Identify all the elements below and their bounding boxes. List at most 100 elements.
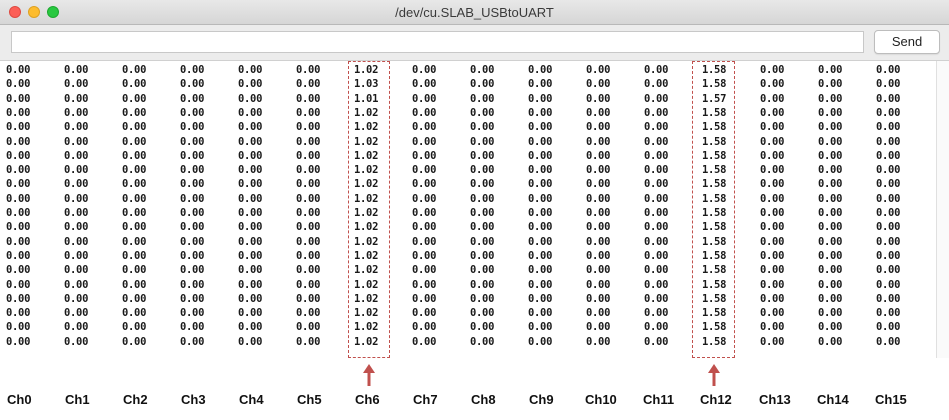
- channel-value: 0.00: [412, 121, 437, 134]
- channel-value: 0.00: [122, 192, 147, 205]
- channel-value: 0.00: [818, 135, 843, 148]
- channel-value: 0.00: [528, 321, 553, 334]
- channel-value: 0.00: [122, 178, 147, 191]
- channel-label-15: Ch15: [875, 392, 907, 407]
- send-toolbar: Send: [0, 25, 949, 61]
- channel-value: 0.00: [528, 335, 553, 348]
- channel-value: 0.00: [876, 135, 901, 148]
- channel-value: 0.00: [586, 207, 611, 219]
- channel-value: 0.00: [876, 92, 901, 105]
- serial-line: 0.00 0.00 0.00 0.00 0.00 0.00 1.02 0.00 0.00 0.00…: [0, 220, 936, 234]
- channel-value: 0.00: [122, 106, 147, 119]
- channel-value: 0.00: [238, 106, 263, 119]
- channel-value: 0.00: [64, 292, 89, 305]
- channel-value: 0.00: [64, 121, 89, 134]
- channel-value: 0.00: [586, 64, 611, 76]
- channel-value: 0.00: [470, 106, 495, 119]
- channel-value: 0.00: [470, 207, 495, 219]
- channel-value: 0.00: [6, 278, 31, 291]
- channel-value: 0.00: [760, 264, 785, 277]
- channel-value: 0.00: [122, 64, 147, 76]
- channel-value: 0.00: [528, 149, 553, 162]
- channel-value: 0.00: [528, 135, 553, 148]
- channel-value: 0.00: [876, 221, 901, 234]
- channel-value: 0.00: [296, 135, 321, 148]
- channel-value: 0.00: [412, 235, 437, 248]
- channel-value: 0.00: [528, 64, 553, 76]
- channel-value: 0.00: [470, 135, 495, 148]
- channel-value: 0.00: [760, 278, 785, 291]
- channel-value: 0.00: [644, 106, 669, 119]
- channel-value: 0.00: [296, 92, 321, 105]
- channel-value: 0.00: [180, 92, 205, 105]
- channel-label-14: Ch14: [817, 392, 849, 407]
- channel-value: 0.00: [876, 149, 901, 162]
- channel-value: 0.00: [528, 164, 553, 177]
- channel-value: 0.00: [412, 221, 437, 234]
- channel-value: 0.00: [876, 307, 901, 320]
- channel-value: 0.00: [528, 249, 553, 262]
- serial-line: 0.00 0.00 0.00 0.00 0.00 0.00 1.02 0.00 0.00 0.00…: [0, 106, 936, 120]
- channel-value: 0.00: [644, 335, 669, 348]
- channel-value: 0.00: [6, 292, 31, 305]
- channel-value: 0.00: [238, 221, 263, 234]
- channel-value: 0.00: [644, 321, 669, 334]
- channel-value: 0.00: [238, 307, 263, 320]
- channel-value: 0.00: [528, 264, 553, 277]
- channel-value: 0.00: [876, 106, 901, 119]
- channel-value: 0.00: [528, 221, 553, 234]
- arrow-up-icon: [707, 364, 720, 386]
- serial-line: 0.00 0.00 0.00 0.00 0.00 0.00 1.02 0.00 0.00 0.00…: [0, 278, 936, 292]
- channel-value: 0.00: [412, 207, 437, 219]
- channel-value: 0.00: [122, 235, 147, 248]
- channel-value: 0.00: [296, 106, 321, 119]
- send-button[interactable]: Send: [874, 30, 940, 54]
- channel-value: 0.00: [296, 249, 321, 262]
- channel-value: 0.00: [644, 249, 669, 262]
- channel-value: 0.00: [412, 321, 437, 334]
- channel-value: 0.00: [64, 92, 89, 105]
- channel-value: 0.00: [238, 264, 263, 277]
- output-scrollbar[interactable]: [936, 61, 949, 358]
- channel-value: 0.00: [586, 178, 611, 191]
- channel-value: 0.00: [122, 249, 147, 262]
- channel-value: 0.00: [470, 335, 495, 348]
- channel-value: 0.00: [644, 292, 669, 305]
- channel-label-7: Ch7: [413, 392, 438, 407]
- channel-value: 0.00: [876, 292, 901, 305]
- channel-value: 0.00: [528, 178, 553, 191]
- channel-value: 0.00: [64, 264, 89, 277]
- channel-value: 0.00: [6, 249, 31, 262]
- channel-value: 0.00: [122, 149, 147, 162]
- channel-value: 0.00: [818, 221, 843, 234]
- serial-line: 0.00 0.00 0.00 0.00 0.00 0.00 1.01 0.00 0.00 0.00…: [0, 92, 936, 106]
- channel-value: 0.00: [470, 149, 495, 162]
- channel-value: 0.00: [238, 192, 263, 205]
- serial-output-area[interactable]: 0.00 0.00 0.00 0.00 0.00 0.00 1.02 0.00 0.00 0.00…: [0, 61, 936, 358]
- channel-value: 0.00: [180, 278, 205, 291]
- channel-value: 0.00: [586, 135, 611, 148]
- channel-value: 0.00: [296, 221, 321, 234]
- channel-value: 0.00: [238, 64, 263, 76]
- channel-value: 0.00: [760, 164, 785, 177]
- channel-value: 0.00: [760, 335, 785, 348]
- channel-value: 0.00: [760, 292, 785, 305]
- channel-value: 0.00: [64, 78, 89, 91]
- channel-value: 0.00: [6, 92, 31, 105]
- channel-value: 0.00: [876, 164, 901, 177]
- channel-value: 0.00: [122, 78, 147, 91]
- channel-value: 0.00: [64, 221, 89, 234]
- channel-value: 0.00: [876, 192, 901, 205]
- serial-line: 0.00 0.00 0.00 0.00 0.00 0.00 1.02 0.00 0.00 0.00…: [0, 235, 936, 249]
- channel-value: 0.00: [586, 321, 611, 334]
- serial-send-input[interactable]: [11, 31, 864, 53]
- highlight-box-ch6: [348, 61, 390, 358]
- channel-value: 0.00: [180, 292, 205, 305]
- channel-value: 0.00: [64, 321, 89, 334]
- channel-value: 0.00: [6, 78, 31, 91]
- channel-value: 0.00: [180, 164, 205, 177]
- channel-value: 0.00: [586, 149, 611, 162]
- serial-line: 0.00 0.00 0.00 0.00 0.00 0.00 1.02 0.00 0.00 0.00…: [0, 163, 936, 177]
- channel-value: 0.00: [238, 135, 263, 148]
- channel-value: 0.00: [644, 135, 669, 148]
